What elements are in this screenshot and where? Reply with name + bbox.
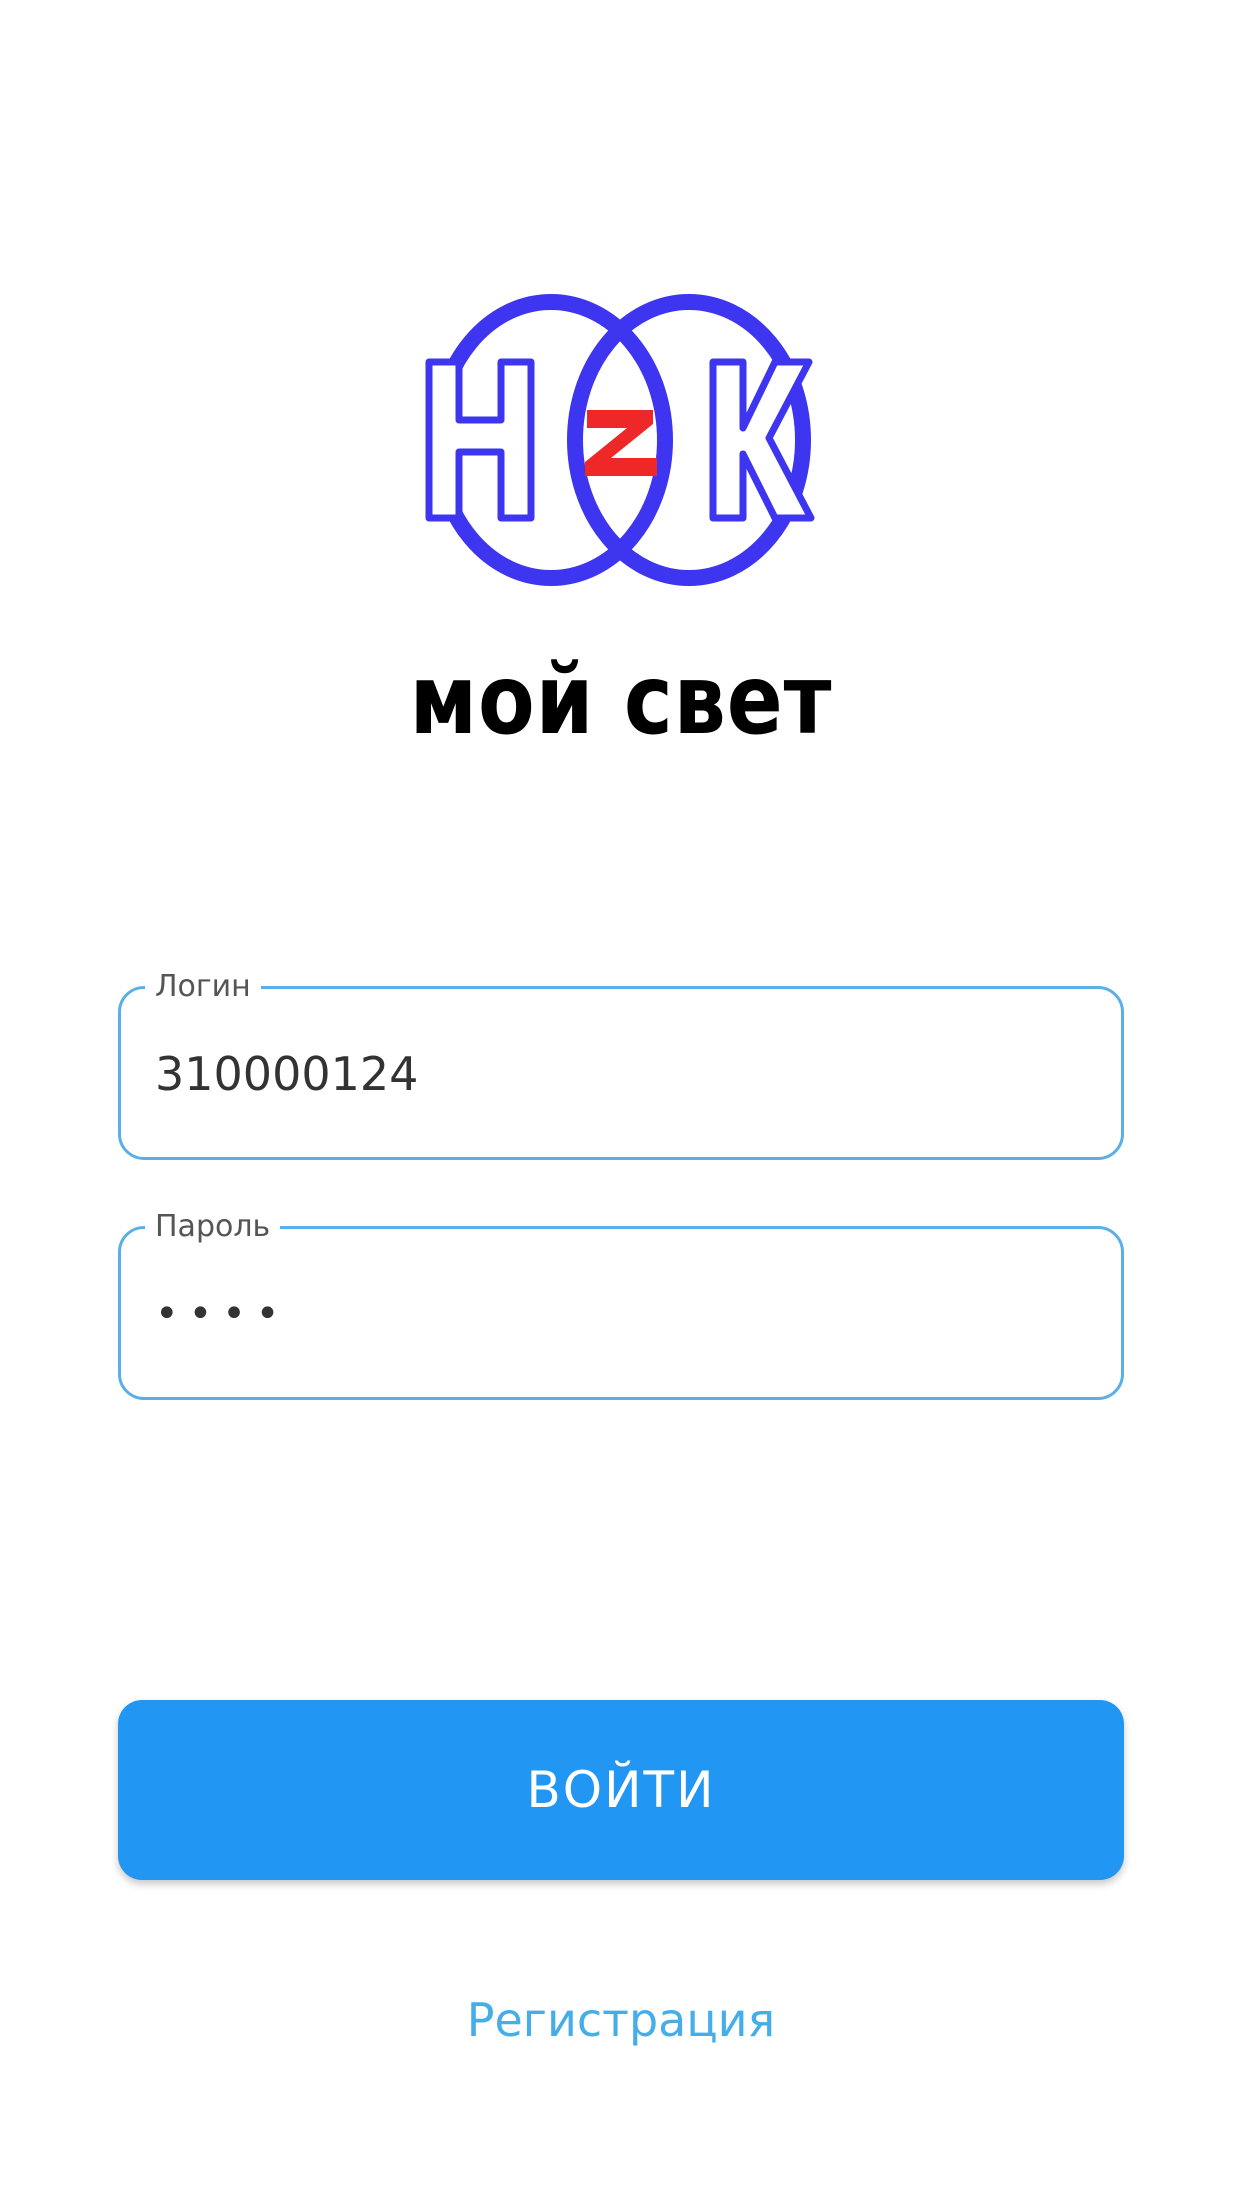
- login-button[interactable]: ВОЙТИ: [118, 1700, 1124, 1880]
- app-logo: [425, 294, 815, 586]
- login-input[interactable]: [155, 1039, 1085, 1109]
- password-field[interactable]: Пароль: [118, 1209, 1124, 1400]
- password-input[interactable]: [155, 1279, 1085, 1349]
- register-link[interactable]: Регистрация: [0, 1990, 1242, 2050]
- password-label: Пароль: [145, 1209, 281, 1245]
- login-label: Логин: [145, 969, 261, 1005]
- login-field[interactable]: Логин: [118, 969, 1124, 1160]
- brand-title: мой свет: [409, 644, 833, 756]
